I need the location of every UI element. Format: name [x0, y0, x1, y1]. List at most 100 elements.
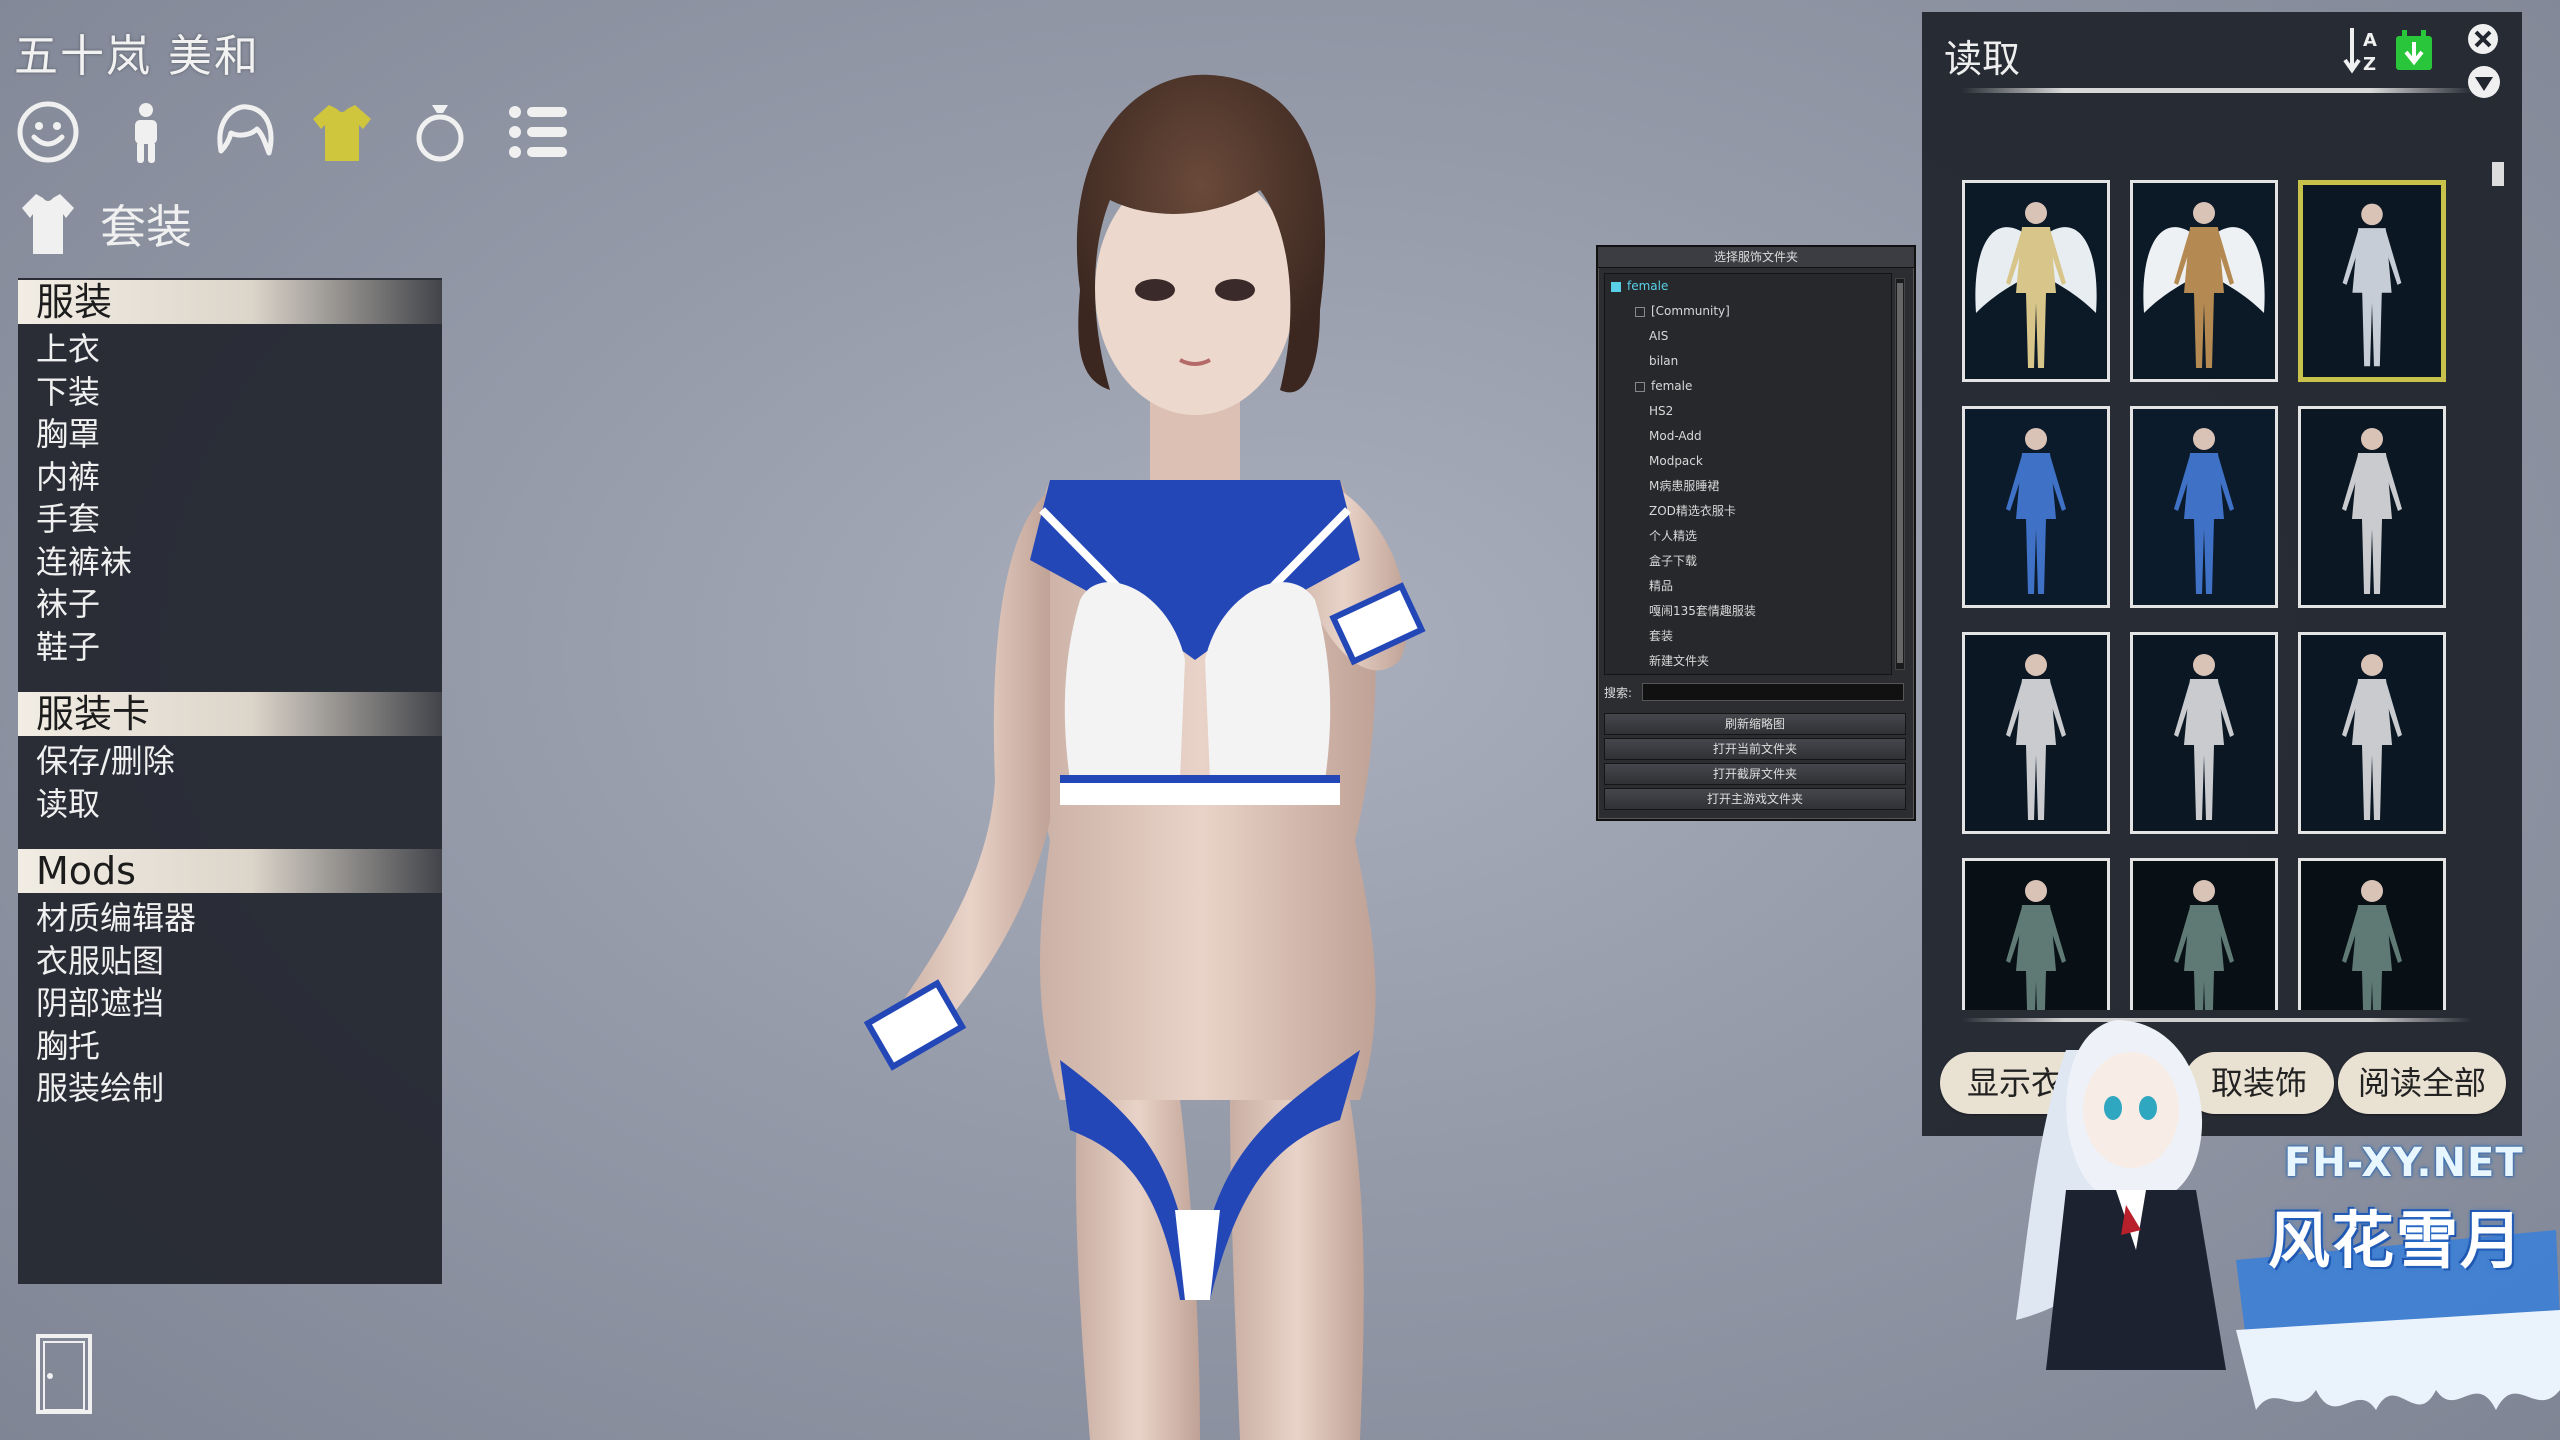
open-screenshot-folder-button[interactable]: 打开截屏文件夹 [1604, 763, 1906, 785]
folder-tree-label: 嘎闹135套情趣服装 [1649, 604, 1756, 618]
folder-tree-label: 套装 [1649, 629, 1674, 643]
face-icon[interactable] [14, 98, 82, 166]
exit-door-icon[interactable] [36, 1334, 92, 1414]
outfit-preview-image [2006, 428, 2066, 594]
folder-tree-label: Mod-Add [1649, 429, 1702, 443]
folder-tree-item[interactable]: 套装 [1605, 624, 1891, 649]
svg-text:A: A [2363, 30, 2377, 51]
folder-tree-item[interactable]: bilan [1605, 349, 1891, 374]
open-game-folder-button[interactable]: 打开主游戏文件夹 [1604, 788, 1906, 810]
subcategory-header: 套装 [18, 190, 192, 258]
outfit-preview-image [2174, 428, 2234, 594]
folder-tree-label: bilan [1649, 354, 1679, 368]
folder-tree-label: [Community] [1651, 304, 1730, 318]
folder-tree-item[interactable]: 个人精选 [1605, 524, 1891, 549]
tree-scroll-thumb[interactable] [1897, 283, 1903, 663]
search-label: 搜索: [1604, 685, 1633, 700]
folder-tree-label: AIS [1649, 329, 1669, 343]
menu-item-load[interactable]: 读取 [18, 783, 442, 826]
folder-tree-item[interactable]: ZOD精选衣服卡 [1605, 499, 1891, 524]
search-row: 搜索: [1604, 681, 1904, 703]
outfit-thumbnail[interactable] [1962, 180, 2110, 382]
title-divider [1962, 88, 2472, 93]
folder-tree-item[interactable]: 嘎闹135套情趣服装 [1605, 599, 1891, 624]
menu-item-material-editor[interactable]: 材质编辑器 [18, 897, 442, 940]
outfit-preview-image [2342, 880, 2402, 1010]
watermark-logo: FH-XY.NET 风花雪月 [1996, 990, 2560, 1440]
folder-tree-item[interactable]: [Community] [1605, 299, 1891, 324]
category-bar [14, 98, 572, 166]
menu-item-pantyhose[interactable]: 连裤袜 [18, 541, 442, 584]
search-input[interactable] [1642, 683, 1904, 701]
thumbnail-grid [1962, 180, 2450, 1010]
folder-tree-item[interactable]: M病患服睡裙 [1605, 474, 1891, 499]
folder-tree-item[interactable]: 盒子下载 [1605, 549, 1891, 574]
shirt-icon[interactable] [308, 98, 376, 166]
load-panel-title: 读取 [1944, 37, 2021, 81]
folder-expanded-icon[interactable] [1611, 281, 1621, 292]
outfit-thumbnail[interactable] [1962, 632, 2110, 834]
outfit-thumbnail[interactable] [2130, 632, 2278, 834]
menu-item-underwear[interactable]: 内裤 [18, 456, 442, 499]
import-download-icon[interactable] [2392, 24, 2436, 76]
svg-text:Z: Z [2363, 54, 2376, 75]
character-model [863, 74, 1426, 1440]
outfit-thumbnail[interactable] [2130, 858, 2278, 1010]
section-header-clothing: 服装 [18, 280, 442, 324]
folder-tree-label: ZOD精选衣服卡 [1649, 504, 1736, 518]
folder-tree-label: 盒子下载 [1649, 554, 1698, 568]
outfit-thumbnail[interactable] [2130, 406, 2278, 608]
outfit-thumbnail[interactable] [2298, 180, 2446, 382]
folder-tree-item[interactable]: HS2 [1605, 399, 1891, 424]
folder-expand-icon[interactable] [1635, 381, 1645, 392]
chevron-down-icon[interactable] [2466, 64, 2502, 100]
refresh-thumbnails-button[interactable]: 刷新缩略图 [1604, 713, 1906, 735]
folder-tree-label: 个人精选 [1649, 529, 1698, 543]
folder-tree-item[interactable]: AIS [1605, 324, 1891, 349]
menu-item-save-delete[interactable]: 保存/删除 [18, 740, 442, 783]
outfit-thumbnail[interactable] [2130, 180, 2278, 382]
menu-item-bra[interactable]: 胸罩 [18, 413, 442, 456]
folder-tree-item[interactable]: Modpack [1605, 449, 1891, 474]
folder-tree-label: female [1627, 279, 1669, 293]
folder-tree-label: M病患服睡裙 [1649, 479, 1720, 493]
folder-tree: female [Community] AIS bilan female HS2 Mod-Ad… [1604, 273, 1905, 675]
menu-item-clothes-paint[interactable]: 服装绘制 [18, 1067, 442, 1110]
sort-az-icon[interactable]: A Z [2342, 24, 2386, 76]
body-icon[interactable] [112, 98, 180, 166]
folder-expand-icon[interactable] [1635, 306, 1645, 317]
menu-item-gloves[interactable]: 手套 [18, 498, 442, 541]
menu-item-bottom[interactable]: 下装 [18, 371, 442, 414]
folder-tree-item[interactable]: Mod-Add [1605, 424, 1891, 449]
menu-item-socks[interactable]: 袜子 [18, 583, 442, 626]
open-current-folder-button[interactable]: 打开当前文件夹 [1604, 738, 1906, 760]
folder-window-title: 选择服饰文件夹 [1598, 247, 1914, 268]
outfit-thumbnail[interactable] [1962, 406, 2110, 608]
character-name: 五十岚 美和 [14, 31, 260, 82]
close-icon[interactable] [2466, 22, 2500, 56]
outfit-thumbnail[interactable] [2298, 858, 2446, 1010]
outfit-thumbnail[interactable] [2298, 406, 2446, 608]
folder-tree-item[interactable]: female [1605, 374, 1891, 399]
folder-tree-label: female [1651, 379, 1693, 393]
outfit-thumbnail[interactable] [2298, 632, 2446, 834]
folder-tree-item[interactable]: 新建文件夹 [1605, 649, 1891, 674]
menu-item-push-up[interactable]: 胸托 [18, 1025, 442, 1068]
ring-icon[interactable] [406, 98, 474, 166]
folder-tree-item[interactable]: 精品 [1605, 574, 1891, 599]
folder-tree-label: HS2 [1649, 404, 1674, 418]
load-panel: 读取 A Z 显示衣服 取装饰 阅读全部 [1922, 12, 2522, 1136]
shirt-icon [22, 194, 74, 254]
thumbnail-scrollbar[interactable] [2492, 162, 2504, 186]
hair-icon[interactable] [210, 98, 278, 166]
outfit-preview-image [2006, 880, 2066, 1010]
outfit-preview-image [2174, 654, 2234, 820]
menu-item-top[interactable]: 上衣 [18, 328, 442, 371]
menu-item-shoes[interactable]: 鞋子 [18, 626, 442, 669]
menu-item-clothes-texture[interactable]: 衣服贴图 [18, 940, 442, 983]
outfit-thumbnail[interactable] [1962, 858, 2110, 1010]
folder-tree-item[interactable]: female [1605, 274, 1891, 299]
list-icon[interactable] [504, 98, 572, 166]
menu-item-censor[interactable]: 阴部遮挡 [18, 982, 442, 1025]
tree-scrollbar[interactable] [1895, 278, 1905, 670]
